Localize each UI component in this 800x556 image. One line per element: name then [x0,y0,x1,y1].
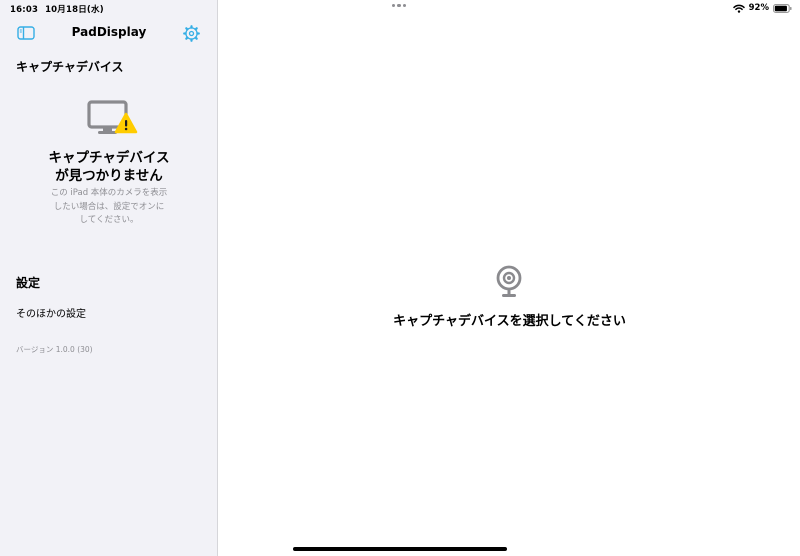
no-capture-device-title-line1: キャプチャデバイス [48,150,170,166]
multitasking-menu-button[interactable] [392,4,407,8]
wifi-icon [732,4,745,13]
settings-button[interactable] [181,24,201,42]
status-time-date: 16:03 10月18日(水) [10,3,111,15]
status-right: 92% [732,2,792,14]
select-capture-device-message: キャプチャデバイスを選択してください [393,314,626,329]
webcam-icon [496,265,522,297]
gear-icon [182,24,200,42]
description-line2: したい場合は、設定でオンに [53,201,165,212]
version-label: バージョン 1.0.0 (30) [16,345,93,354]
home-indicator [293,547,507,551]
capture-device-section-header: キャプチャデバイス [16,60,124,74]
no-capture-device-title-line2: が見つかりません [55,168,163,184]
sidebar: 16:03 10月18日(水) PadDisplay キャプチャデバイス キャプ… [0,0,218,556]
battery-icon [773,3,792,13]
no-capture-device-description: この iPad 本体のカメラを表示 したい場合は、設定でオンに してください。 [0,187,218,228]
sidebar-nav-bar: PadDisplay [0,20,218,46]
description-line1: この iPad 本体のカメラを表示 [50,188,168,198]
other-settings-row[interactable]: そのほかの設定 [16,305,86,320]
display-warning-icon [87,100,138,134]
settings-section-header: 設定 [16,276,41,290]
no-capture-device-title: キャプチャデバイス が見つかりません [0,149,218,185]
status-time: 16:03 [10,5,39,15]
battery-percent: 92% [748,3,769,13]
description-line3: してください。 [79,215,139,225]
status-date: 10月18日(水) [45,5,104,15]
